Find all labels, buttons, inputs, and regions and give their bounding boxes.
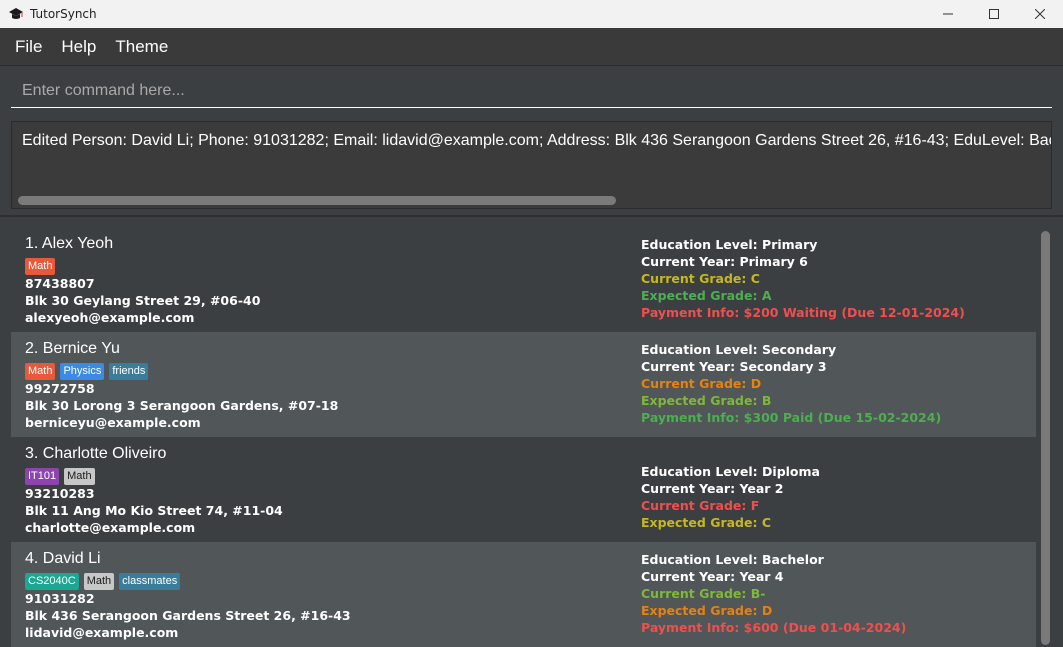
detail-line: Current Year: Year 2	[641, 481, 784, 496]
person-phone: 93210283	[25, 486, 95, 501]
detail-line: Current Grade: F	[641, 498, 760, 513]
command-box	[0, 66, 1063, 114]
person-card[interactable]: 1. Alex Yeoh Math 87438807 Blk 30 Geylan…	[11, 227, 1036, 332]
person-list: 1. Alex Yeoh Math 87438807 Blk 30 Geylan…	[0, 217, 1063, 647]
detail-line: Current Grade: D	[641, 376, 762, 391]
tag-list: IT101 Math	[25, 468, 1036, 485]
person-details: Education Level: Primary Current Year: Pr…	[641, 236, 965, 321]
detail-line: Expected Grade: C	[641, 515, 771, 530]
result-text: Edited Person: David Li; Phone: 91031282…	[22, 132, 1052, 149]
menu-file[interactable]: File	[15, 37, 42, 57]
detail-line: Education Level: Diploma	[641, 464, 820, 479]
result-display: Edited Person: David Li; Phone: 91031282…	[11, 121, 1052, 209]
detail-line: Current Year: Year 4	[641, 569, 784, 584]
detail-line: Education Level: Primary	[641, 237, 818, 252]
list-vertical-scrollbar[interactable]	[1041, 231, 1050, 645]
minimize-button[interactable]	[925, 0, 971, 28]
detail-line: Current Year: Primary 6	[641, 254, 808, 269]
person-name: 3. Charlotte Oliveiro	[25, 445, 167, 462]
window-title: TutorSynch	[30, 7, 97, 21]
close-icon	[1035, 9, 1045, 19]
tag-math: Math	[25, 363, 56, 380]
detail-line: Payment Info: $200 Waiting (Due 12-01-20…	[641, 305, 965, 320]
menu-bar: File Help Theme	[0, 28, 1063, 66]
detail-line: Education Level: Secondary	[641, 342, 837, 357]
person-details: Education Level: Diploma Current Year: Ye…	[641, 446, 820, 531]
person-address: Blk 11 Ang Mo Kio Street 74, #11-04	[25, 503, 283, 518]
detail-line: Current Grade: C	[641, 271, 760, 286]
minimize-icon	[943, 13, 953, 15]
maximize-button[interactable]	[971, 0, 1017, 28]
tag-friends: friends	[109, 363, 149, 380]
person-email: charlotte@example.com	[25, 520, 196, 535]
close-button[interactable]	[1017, 0, 1063, 28]
tag-physics: Physics	[60, 363, 105, 380]
detail-line: Expected Grade: D	[641, 603, 773, 618]
tag-classmates: classmates	[119, 573, 181, 590]
detail-line: Payment Info: $300 Paid (Due 15-02-2024)	[641, 410, 942, 425]
detail-line: Current Grade: B-	[641, 586, 766, 601]
tag-it101: IT101	[25, 468, 60, 485]
result-horizontal-scrollbar[interactable]	[18, 196, 616, 205]
detail-line: Expected Grade: A	[641, 288, 772, 303]
person-card[interactable]: 2. Bernice Yu Math Physics friends 9927275…	[11, 332, 1036, 437]
person-card[interactable]: 4. David Li CS2040C Math classmates 910312…	[11, 542, 1036, 647]
detail-line: Payment Info: $600 (Due 01-04-2024)	[641, 620, 907, 635]
maximize-icon	[989, 9, 999, 19]
person-details: Education Level: Bachelor Current Year: Y…	[641, 551, 906, 636]
detail-line: Expected Grade: B	[641, 393, 772, 408]
detail-line: Current Year: Secondary 3	[641, 359, 827, 374]
detail-line	[641, 446, 820, 463]
detail-line: Education Level: Bachelor	[641, 552, 824, 567]
tag-math: Math	[83, 573, 115, 590]
menu-theme[interactable]: Theme	[115, 37, 168, 57]
tag-cs2040c: CS2040C	[25, 573, 79, 590]
menu-help[interactable]: Help	[61, 37, 96, 57]
command-input[interactable]	[11, 74, 1052, 108]
title-bar: TutorSynch	[0, 0, 1063, 28]
person-card[interactable]: 3. Charlotte Oliveiro IT101 Math 93210283…	[11, 437, 1036, 542]
person-details: Education Level: Secondary Current Year: …	[641, 341, 941, 426]
graduation-cap-icon	[9, 8, 23, 19]
tag-math: Math	[25, 258, 56, 275]
tag-math: Math	[64, 468, 95, 485]
window-controls	[925, 0, 1063, 28]
